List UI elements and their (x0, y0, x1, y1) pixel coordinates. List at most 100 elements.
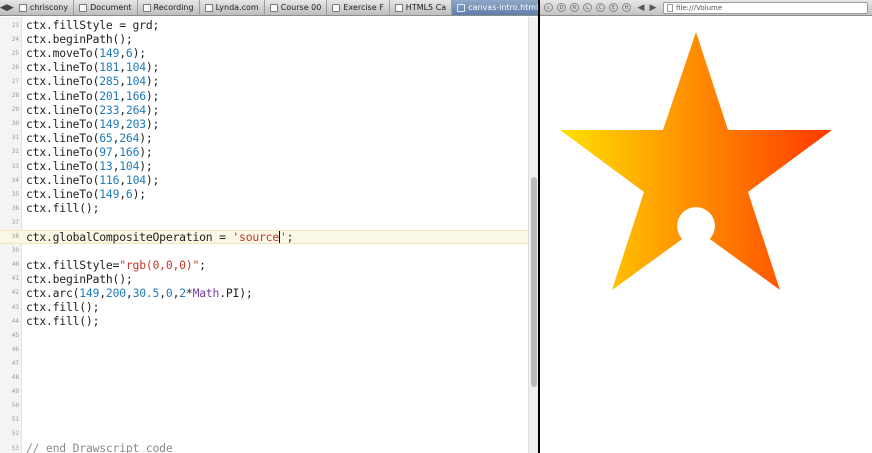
code-line[interactable]: 51 (0, 413, 528, 427)
bookmark-icon[interactable]: H (622, 3, 631, 12)
code-editor[interactable]: 23 ctx.fillStyle = grd; 24 ctx.beginPath();… (0, 17, 528, 453)
line-number: 27 (11, 77, 19, 85)
gradient-star (560, 32, 832, 290)
code-line[interactable]: 41 ctx.beginPath(); (0, 272, 528, 286)
code-line[interactable]: 39 (0, 244, 528, 258)
code-token: , (119, 187, 126, 202)
code-token: ctx.lineTo( (26, 88, 100, 103)
code-token: , (119, 88, 126, 103)
url-field[interactable]: file:///Volume (663, 1, 868, 14)
tab-label: Recording (153, 3, 194, 12)
code-line[interactable]: 24 ctx.beginPath(); (0, 32, 528, 46)
code-line[interactable]: 25 ctx.moveTo(149,6); (0, 46, 528, 60)
code-token: 285 (99, 74, 120, 89)
code-text: ctx.lineTo(149,203); (22, 117, 159, 131)
code-line[interactable]: 26 ctx.lineTo(181,104); (0, 60, 528, 74)
code-line[interactable]: 44 ctx.fill(); (0, 314, 528, 328)
editor-tab-4[interactable]: Course 00 (265, 0, 328, 15)
code-token: ctx.lineTo( (26, 130, 100, 145)
code-line[interactable]: 32 ctx.lineTo(97,166); (0, 145, 528, 159)
code-text: // end Drawscript code (22, 441, 173, 453)
code-line[interactable]: 30 ctx.lineTo(149,203); (0, 117, 528, 131)
code-token: 233 (99, 102, 120, 117)
code-token: 200 (105, 285, 126, 300)
code-line[interactable]: 52 (0, 427, 528, 441)
line-number: 25 (11, 49, 19, 57)
code-text: ctx.lineTo(13,104); (22, 159, 153, 173)
current-code-line[interactable]: 38 ctx.globalCompositeOperation = 'source… (0, 229, 528, 244)
line-number: 28 (11, 92, 19, 99)
line-number: 35 (11, 190, 19, 198)
code-token: ); (145, 74, 160, 89)
code-line[interactable]: 47 (0, 356, 528, 370)
code-text: ctx.arc(149,200,30.5,0,2*Math.PI); (22, 286, 253, 300)
composite-circle (677, 207, 715, 245)
code-line[interactable]: 35 ctx.lineTo(149,6); (0, 187, 528, 201)
code-line[interactable]: 46 (0, 342, 528, 356)
forward-arrow-icon[interactable]: ▶ (7, 0, 14, 15)
code-line[interactable]: 33 ctx.lineTo(13,104); (0, 159, 528, 173)
code-line[interactable]: 28 ctx.lineTo(201,166); (0, 89, 528, 103)
code-token: ' (280, 229, 287, 244)
line-number: 44 (11, 317, 19, 325)
editor-pane: ◀ ▶ chriscony Document Recording Lynda.com C… (0, 0, 538, 453)
code-token: ); (145, 88, 160, 103)
bookmark-icon[interactable]: D (557, 3, 566, 12)
back-arrow-icon[interactable]: ◀ (0, 0, 7, 15)
code-line[interactable]: 45 (0, 328, 528, 342)
code-line[interactable]: 48 (0, 371, 528, 385)
code-line[interactable]: 31 ctx.lineTo(65,264); (0, 131, 528, 145)
editor-tab-bar: ◀ ▶ chriscony Document Recording Lynda.com C… (0, 0, 538, 16)
code-line[interactable]: 29 ctx.lineTo(233,264); (0, 103, 528, 117)
code-line[interactable]: 27 ctx.lineTo(285,104); (0, 74, 528, 88)
editor-tab-5[interactable]: Exercise F (327, 0, 390, 15)
bookmark-icon[interactable]: c (544, 3, 553, 12)
code-line[interactable]: 23 ctx.fillStyle = grd; (0, 18, 528, 32)
code-token: ); (139, 130, 153, 145)
editor-tab-0[interactable]: chriscony (14, 0, 75, 15)
code-text: ctx.lineTo(181,104); (22, 60, 159, 74)
code-text: ctx.fillStyle="rgb(0,0,0)"; (22, 258, 206, 272)
tab-label: Course 00 (280, 3, 322, 12)
code-token: ctx.globalCompositeOperation = (26, 229, 233, 244)
tab-label: chriscony (29, 3, 69, 12)
canvas-drawing (560, 32, 832, 290)
code-line[interactable]: 43 ctx.fill(); (0, 300, 528, 314)
bookmark-icon[interactable]: R (570, 3, 579, 12)
code-token: .PI); (219, 285, 253, 300)
code-token: ; (199, 257, 206, 272)
code-line[interactable]: 53 // end Drawscript code (0, 441, 528, 453)
editor-tab-7[interactable]: canvas-intro.html (452, 0, 538, 15)
line-number: 32 (11, 148, 19, 156)
code-line[interactable]: 36 ctx.fill(); (0, 201, 528, 215)
code-line[interactable]: 37 (0, 215, 528, 229)
code-line[interactable]: 34 ctx.lineTo(116,104); (0, 173, 528, 187)
editor-scrollbar[interactable] (528, 17, 538, 453)
editor-tab-6[interactable]: HTML5 Ca (390, 0, 453, 15)
document-icon (79, 3, 88, 12)
browser-back-icon[interactable]: ◀ (635, 3, 647, 13)
bookmark-icon[interactable]: C (596, 3, 605, 12)
code-line[interactable]: 50 (0, 399, 528, 413)
line-number: 23 (11, 21, 19, 29)
editor-tab-3[interactable]: Lynda.com (200, 0, 265, 15)
browser-forward-icon[interactable]: ▶ (647, 3, 659, 13)
line-number: 42 (11, 289, 19, 297)
editor-tab-2[interactable]: Recording (138, 0, 200, 15)
code-token: Math (192, 285, 220, 300)
bookmark-icon[interactable]: L (583, 3, 592, 12)
editor-tabs: chriscony Document Recording Lynda.com Cours… (14, 0, 538, 15)
editor-scroll-thumb[interactable] (531, 177, 537, 387)
bookmark-icon[interactable]: E (609, 3, 618, 12)
tab-label: Document (90, 3, 132, 12)
code-token: ctx.lineTo( (26, 116, 100, 131)
code-token: 201 (99, 88, 120, 103)
code-line[interactable]: 42 ctx.arc(149,200,30.5,0,2*Math.PI); (0, 286, 528, 300)
editor-tab-1[interactable]: Document (74, 0, 138, 15)
code-text: ctx.lineTo(201,166); (22, 89, 159, 103)
line-number: 33 (11, 162, 19, 170)
code-line[interactable]: 49 (0, 385, 528, 399)
line-number: 48 (11, 374, 19, 381)
code-token: ctx.fillStyle = grd; (26, 18, 160, 32)
code-line[interactable]: 40 ctx.fillStyle="rgb(0,0,0)"; (0, 258, 528, 272)
